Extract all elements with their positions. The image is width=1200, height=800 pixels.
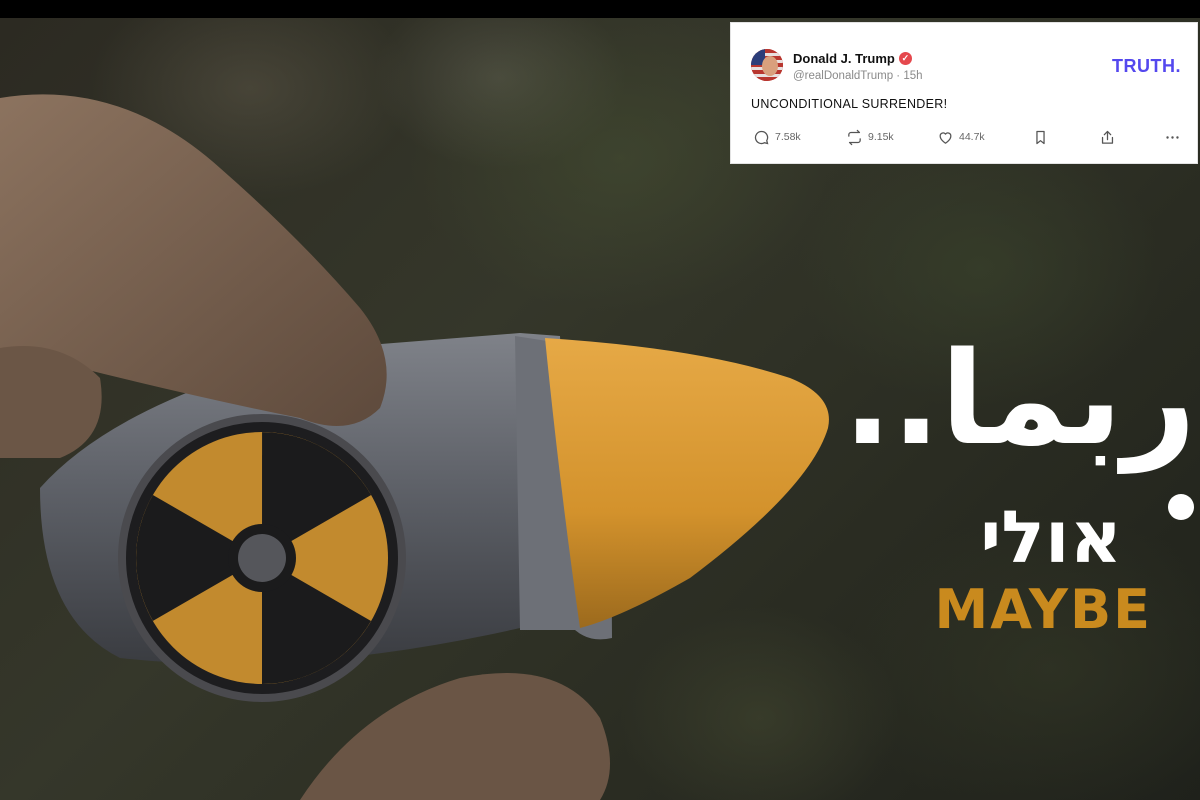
truth-social-post: Donald J. Trump ✓ @realDonaldTrump · 15h…: [730, 22, 1198, 164]
reply-icon: [754, 130, 769, 144]
author-name-text[interactable]: Donald J. Trump: [793, 51, 895, 66]
share-icon: [1101, 130, 1114, 144]
separator: ·: [896, 70, 901, 82]
hebrew-caption: אולי: [980, 495, 1122, 579]
author-name[interactable]: Donald J. Trump ✓: [793, 51, 912, 66]
bookmark-icon: [1036, 130, 1045, 144]
post-text: UNCONDITIONAL SURRENDER!: [751, 97, 948, 111]
composite-image: ربما.. אולי MAYBE Donald J. Trump ✓ @rea…: [0, 0, 1200, 800]
like-icon: [939, 131, 952, 144]
truth-logo[interactable]: TRUTH.: [1112, 56, 1181, 77]
english-caption: MAYBE: [934, 578, 1152, 641]
more-button[interactable]: [1164, 129, 1181, 146]
verified-badge-icon: ✓: [898, 52, 912, 65]
reply-button[interactable]: 7.58k: [753, 129, 801, 146]
reply-count: 7.58k: [775, 131, 801, 143]
retruth-button[interactable]: 9.15k: [846, 129, 894, 146]
arabic-caption: ربما..: [843, 325, 1198, 474]
finger-bottom: [300, 673, 610, 800]
post-actions: 7.58k 9.15k 44.7k: [751, 127, 1179, 147]
avatar[interactable]: [751, 49, 783, 81]
bookmark-button[interactable]: [1032, 129, 1049, 146]
retruth-count: 9.15k: [868, 131, 894, 143]
hebrew-dot: [1168, 494, 1194, 520]
author-handle[interactable]: @realDonaldTrump: [793, 70, 893, 82]
like-button[interactable]: 44.7k: [937, 129, 985, 146]
handle-line: @realDonaldTrump · 15h: [793, 70, 923, 82]
share-button[interactable]: [1099, 129, 1116, 146]
retruth-icon: [848, 129, 861, 145]
post-time[interactable]: 15h: [903, 70, 922, 82]
more-icon: [1166, 135, 1179, 139]
like-count: 44.7k: [959, 131, 985, 143]
warhead-tip: [545, 338, 829, 628]
